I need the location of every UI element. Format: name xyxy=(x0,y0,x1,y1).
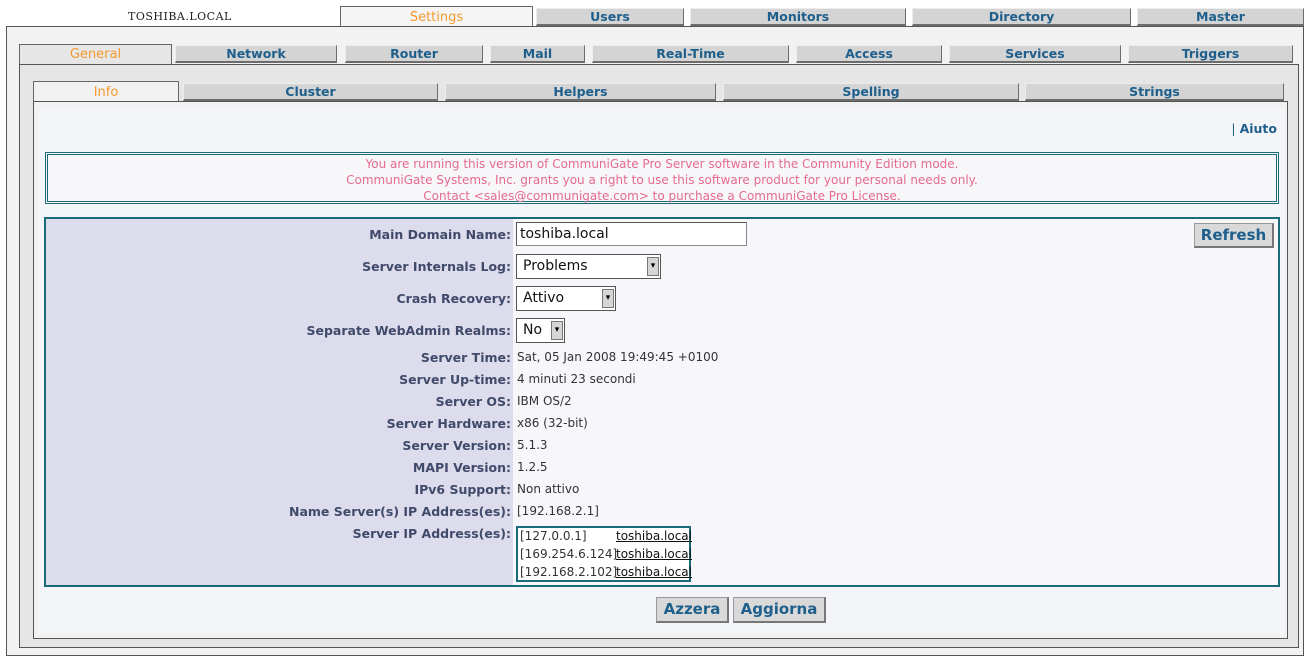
tab-spelling[interactable]: Spelling xyxy=(723,83,1019,101)
ip-address: [127.0.0.1] xyxy=(520,529,587,543)
uptime-label: Server Up-time: xyxy=(399,372,511,387)
help-area: | Aiuto xyxy=(1231,121,1277,136)
main-domain-input[interactable] xyxy=(516,222,747,246)
help-link[interactable]: Aiuto xyxy=(1240,121,1277,136)
webadmin-realms-value: No xyxy=(523,322,543,338)
notice-line-1: You are running this version of CommuniG… xyxy=(365,157,959,171)
update-button[interactable]: Aggiorna xyxy=(733,597,826,623)
tab-router[interactable]: Router xyxy=(345,45,483,63)
reset-button[interactable]: Azzera xyxy=(656,597,729,623)
tab-general[interactable]: General xyxy=(19,44,172,66)
tab-directory[interactable]: Directory xyxy=(912,8,1131,26)
ip-host-link[interactable]: toshiba.local xyxy=(616,565,692,579)
tab-network[interactable]: Network xyxy=(175,45,337,63)
tab-access[interactable]: Access xyxy=(796,45,942,63)
server-version-value: 5.1.3 xyxy=(517,438,548,452)
server-time-value: Sat, 05 Jan 2008 19:49:45 +0100 xyxy=(517,350,719,364)
server-os-label: Server OS: xyxy=(435,394,511,409)
tab-cluster[interactable]: Cluster xyxy=(183,83,438,101)
ip-address: [192.168.2.102] xyxy=(520,565,618,579)
chevron-down-icon: ▾ xyxy=(647,257,659,276)
mapi-version-value: 1.2.5 xyxy=(517,460,548,474)
webadmin-realms-select[interactable]: No ▾ xyxy=(516,318,565,343)
server-hardware-label: Server Hardware: xyxy=(386,416,511,431)
refresh-button[interactable]: Refresh xyxy=(1194,223,1274,248)
ip-address: [169.254.6.124] xyxy=(520,547,618,561)
ipv6-label: IPv6 Support: xyxy=(414,482,511,497)
mapi-version-label: MAPI Version: xyxy=(412,460,511,475)
crash-recovery-value: Attivo xyxy=(523,290,565,306)
tab-info[interactable]: Info xyxy=(33,81,179,103)
tab-settings[interactable]: Settings xyxy=(340,6,533,28)
uptime-value: 4 minuti 23 secondi xyxy=(517,372,636,386)
notice-line-2: CommuniGate Systems, Inc. grants you a r… xyxy=(346,173,978,187)
main-domain-label: Main Domain Name: xyxy=(369,227,511,242)
dns-label: Name Server(s) IP Address(es): xyxy=(288,504,511,519)
tab-strings[interactable]: Strings xyxy=(1025,83,1284,101)
tab-real-time[interactable]: Real-Time xyxy=(592,45,789,63)
tab-helpers[interactable]: Helpers xyxy=(445,83,716,101)
chevron-down-icon: ▾ xyxy=(602,289,614,308)
ipv6-value: Non attivo xyxy=(517,482,580,496)
server-hardware-value: x86 (32-bit) xyxy=(517,416,588,430)
server-os-value: IBM OS/2 xyxy=(517,394,572,408)
internals-log-value: Problems xyxy=(523,258,588,274)
internals-log-select[interactable]: Problems ▾ xyxy=(516,254,661,279)
chevron-down-icon: ▾ xyxy=(551,321,563,340)
dns-value: [192.168.2.1] xyxy=(517,504,599,518)
crash-recovery-select[interactable]: Attivo ▾ xyxy=(516,286,616,311)
crash-recovery-label: Crash Recovery: xyxy=(396,291,511,306)
webadmin-realms-label: Separate WebAdmin Realms: xyxy=(306,323,511,338)
license-notice: You are running this version of CommuniG… xyxy=(45,152,1279,204)
notice-line-3: Contact <sales@communigate.com> to purch… xyxy=(423,189,901,203)
internals-log-label: Server Internals Log: xyxy=(362,259,511,274)
server-ips-table: [127.0.0.1] toshiba.local [169.254.6.124… xyxy=(516,526,692,582)
ip-host-link[interactable]: toshiba.local xyxy=(616,547,692,561)
server-time-label: Server Time: xyxy=(420,350,511,365)
tab-services[interactable]: Services xyxy=(949,45,1121,63)
server-ips-label: Server IP Address(es): xyxy=(352,526,511,541)
tab-monitors[interactable]: Monitors xyxy=(690,8,906,26)
tab-mail[interactable]: Mail xyxy=(490,45,585,63)
help-separator: | xyxy=(1231,121,1236,136)
server-hostname: TOSHIBA.LOCAL xyxy=(128,10,232,23)
ip-host-link[interactable]: toshiba.local xyxy=(616,529,692,543)
tab-users[interactable]: Users xyxy=(536,8,684,26)
tab-master[interactable]: Master xyxy=(1137,8,1304,26)
server-version-label: Server Version: xyxy=(402,438,511,453)
tab-triggers[interactable]: Triggers xyxy=(1128,45,1293,63)
